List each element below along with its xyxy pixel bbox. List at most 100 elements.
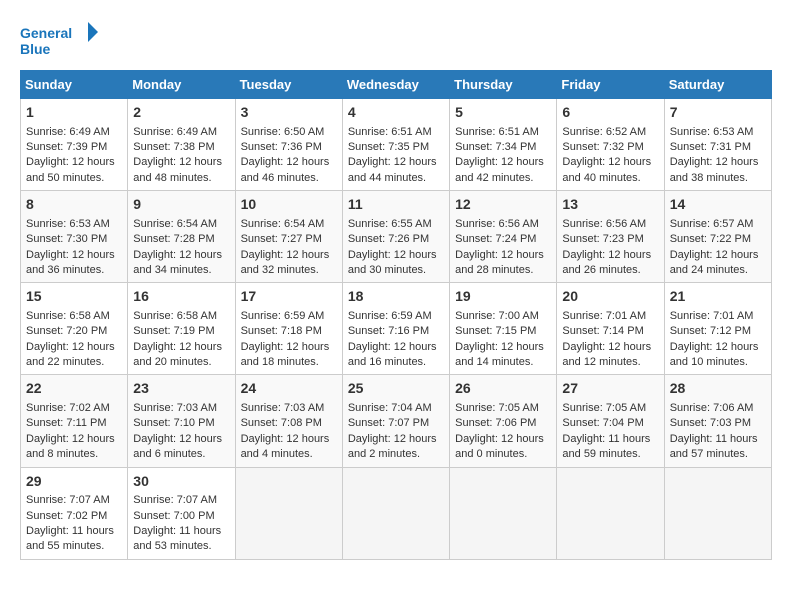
- daylight-text: Daylight: 12 hours and 4 minutes.: [241, 432, 337, 463]
- calendar-cell: 4Sunrise: 6:51 AMSunset: 7:35 PMDaylight…: [342, 99, 449, 191]
- sunset-text: Sunset: 7:26 PM: [348, 232, 444, 247]
- day-number: 2: [133, 103, 229, 123]
- calendar-cell: 11Sunrise: 6:55 AMSunset: 7:26 PMDayligh…: [342, 191, 449, 283]
- daylight-text: Daylight: 12 hours and 10 minutes.: [670, 340, 766, 371]
- daylight-text: Daylight: 12 hours and 26 minutes.: [562, 248, 658, 279]
- daylight-text: Daylight: 12 hours and 22 minutes.: [26, 340, 122, 371]
- day-number: 4: [348, 103, 444, 123]
- sunset-text: Sunset: 7:15 PM: [455, 324, 551, 339]
- svg-text:Blue: Blue: [20, 41, 51, 57]
- calendar-cell: 28Sunrise: 7:06 AMSunset: 7:03 PMDayligh…: [664, 375, 771, 467]
- sunrise-text: Sunrise: 6:59 AM: [348, 309, 444, 324]
- calendar-cell: 19Sunrise: 7:00 AMSunset: 7:15 PMDayligh…: [450, 283, 557, 375]
- week-row-2: 8Sunrise: 6:53 AMSunset: 7:30 PMDaylight…: [21, 191, 772, 283]
- weekday-header-thursday: Thursday: [450, 71, 557, 99]
- sunset-text: Sunset: 7:14 PM: [562, 324, 658, 339]
- daylight-text: Daylight: 11 hours and 59 minutes.: [562, 432, 658, 463]
- calendar-cell: 8Sunrise: 6:53 AMSunset: 7:30 PMDaylight…: [21, 191, 128, 283]
- sunrise-text: Sunrise: 6:51 AM: [348, 125, 444, 140]
- week-row-4: 22Sunrise: 7:02 AMSunset: 7:11 PMDayligh…: [21, 375, 772, 467]
- calendar-cell: 23Sunrise: 7:03 AMSunset: 7:10 PMDayligh…: [128, 375, 235, 467]
- calendar-cell: 14Sunrise: 6:57 AMSunset: 7:22 PMDayligh…: [664, 191, 771, 283]
- daylight-text: Daylight: 12 hours and 0 minutes.: [455, 432, 551, 463]
- sunrise-text: Sunrise: 6:54 AM: [241, 217, 337, 232]
- calendar-cell: [342, 467, 449, 559]
- sunset-text: Sunset: 7:12 PM: [670, 324, 766, 339]
- day-number: 10: [241, 195, 337, 215]
- daylight-text: Daylight: 12 hours and 34 minutes.: [133, 248, 229, 279]
- sunrise-text: Sunrise: 7:07 AM: [133, 493, 229, 508]
- day-number: 24: [241, 379, 337, 399]
- calendar-cell: 30Sunrise: 7:07 AMSunset: 7:00 PMDayligh…: [128, 467, 235, 559]
- weekday-header-wednesday: Wednesday: [342, 71, 449, 99]
- calendar-cell: 26 Sunrise: 7:05 AMSunset: 7:06 PMDayligh…: [450, 375, 557, 467]
- sunset-text: Sunset: 7:36 PM: [241, 140, 337, 155]
- daylight-text: Daylight: 12 hours and 8 minutes.: [26, 432, 122, 463]
- calendar-cell: 16Sunrise: 6:58 AMSunset: 7:19 PMDayligh…: [128, 283, 235, 375]
- day-number: 21: [670, 287, 766, 307]
- sunrise-text: Sunrise: 6:52 AM: [562, 125, 658, 140]
- sunrise-text: Sunrise: 6:59 AM: [241, 309, 337, 324]
- sunset-text: Sunset: 7:06 PM: [455, 416, 551, 431]
- day-number: 3: [241, 103, 337, 123]
- weekday-header-friday: Friday: [557, 71, 664, 99]
- weekday-header-tuesday: Tuesday: [235, 71, 342, 99]
- sunset-text: Sunset: 7:27 PM: [241, 232, 337, 247]
- day-number: 17: [241, 287, 337, 307]
- calendar-cell: 27Sunrise: 7:05 AMSunset: 7:04 PMDayligh…: [557, 375, 664, 467]
- calendar-cell: [664, 467, 771, 559]
- sunset-text: Sunset: 7:03 PM: [670, 416, 766, 431]
- day-number: 26: [455, 379, 551, 399]
- daylight-text: Daylight: 12 hours and 30 minutes.: [348, 248, 444, 279]
- page-header: General Blue: [20, 20, 772, 60]
- daylight-text: Daylight: 12 hours and 48 minutes.: [133, 155, 229, 186]
- sunrise-text: Sunrise: 6:58 AM: [26, 309, 122, 324]
- sunset-text: Sunset: 7:08 PM: [241, 416, 337, 431]
- sunrise-text: Sunrise: 7:05 AM: [562, 401, 658, 416]
- sunrise-text: Sunrise: 6:56 AM: [562, 217, 658, 232]
- calendar-cell: 20Sunrise: 7:01 AMSunset: 7:14 PMDayligh…: [557, 283, 664, 375]
- day-number: 23: [133, 379, 229, 399]
- daylight-text: Daylight: 12 hours and 36 minutes.: [26, 248, 122, 279]
- calendar-cell: 21Sunrise: 7:01 AMSunset: 7:12 PMDayligh…: [664, 283, 771, 375]
- logo-svg: General Blue: [20, 20, 100, 60]
- sunrise-text: Sunrise: 6:58 AM: [133, 309, 229, 324]
- sunrise-text: Sunrise: 7:01 AM: [562, 309, 658, 324]
- sunset-text: Sunset: 7:11 PM: [26, 416, 122, 431]
- daylight-text: Daylight: 12 hours and 6 minutes.: [133, 432, 229, 463]
- day-number: 12: [455, 195, 551, 215]
- daylight-text: Daylight: 12 hours and 20 minutes.: [133, 340, 229, 371]
- daylight-text: Daylight: 12 hours and 46 minutes.: [241, 155, 337, 186]
- sunrise-text: Sunrise: 7:05 AM: [455, 401, 551, 416]
- weekday-header-saturday: Saturday: [664, 71, 771, 99]
- sunrise-text: Sunrise: 7:02 AM: [26, 401, 122, 416]
- sunrise-text: Sunrise: 7:06 AM: [670, 401, 766, 416]
- sunset-text: Sunset: 7:10 PM: [133, 416, 229, 431]
- sunset-text: Sunset: 7:00 PM: [133, 509, 229, 524]
- day-number: 11: [348, 195, 444, 215]
- day-number: 29: [26, 472, 122, 492]
- sunset-text: Sunset: 7:31 PM: [670, 140, 766, 155]
- calendar-cell: 25Sunrise: 7:04 AMSunset: 7:07 PMDayligh…: [342, 375, 449, 467]
- daylight-text: Daylight: 12 hours and 42 minutes.: [455, 155, 551, 186]
- svg-text:General: General: [20, 25, 72, 41]
- sunset-text: Sunset: 7:16 PM: [348, 324, 444, 339]
- sunrise-text: Sunrise: 7:07 AM: [26, 493, 122, 508]
- day-number: 7: [670, 103, 766, 123]
- day-number: 19: [455, 287, 551, 307]
- day-number: 30: [133, 472, 229, 492]
- weekday-header-row: SundayMondayTuesdayWednesdayThursdayFrid…: [21, 71, 772, 99]
- daylight-text: Daylight: 12 hours and 40 minutes.: [562, 155, 658, 186]
- day-number: 1: [26, 103, 122, 123]
- weekday-header-sunday: Sunday: [21, 71, 128, 99]
- sunrise-text: Sunrise: 6:53 AM: [670, 125, 766, 140]
- daylight-text: Daylight: 11 hours and 53 minutes.: [133, 524, 229, 555]
- sunrise-text: Sunrise: 7:03 AM: [241, 401, 337, 416]
- sunset-text: Sunset: 7:19 PM: [133, 324, 229, 339]
- day-number: 20: [562, 287, 658, 307]
- daylight-text: Daylight: 12 hours and 14 minutes.: [455, 340, 551, 371]
- calendar-cell: 17Sunrise: 6:59 AMSunset: 7:18 PMDayligh…: [235, 283, 342, 375]
- day-number: 27: [562, 379, 658, 399]
- calendar-cell: 29Sunrise: 7:07 AMSunset: 7:02 PMDayligh…: [21, 467, 128, 559]
- daylight-text: Daylight: 12 hours and 18 minutes.: [241, 340, 337, 371]
